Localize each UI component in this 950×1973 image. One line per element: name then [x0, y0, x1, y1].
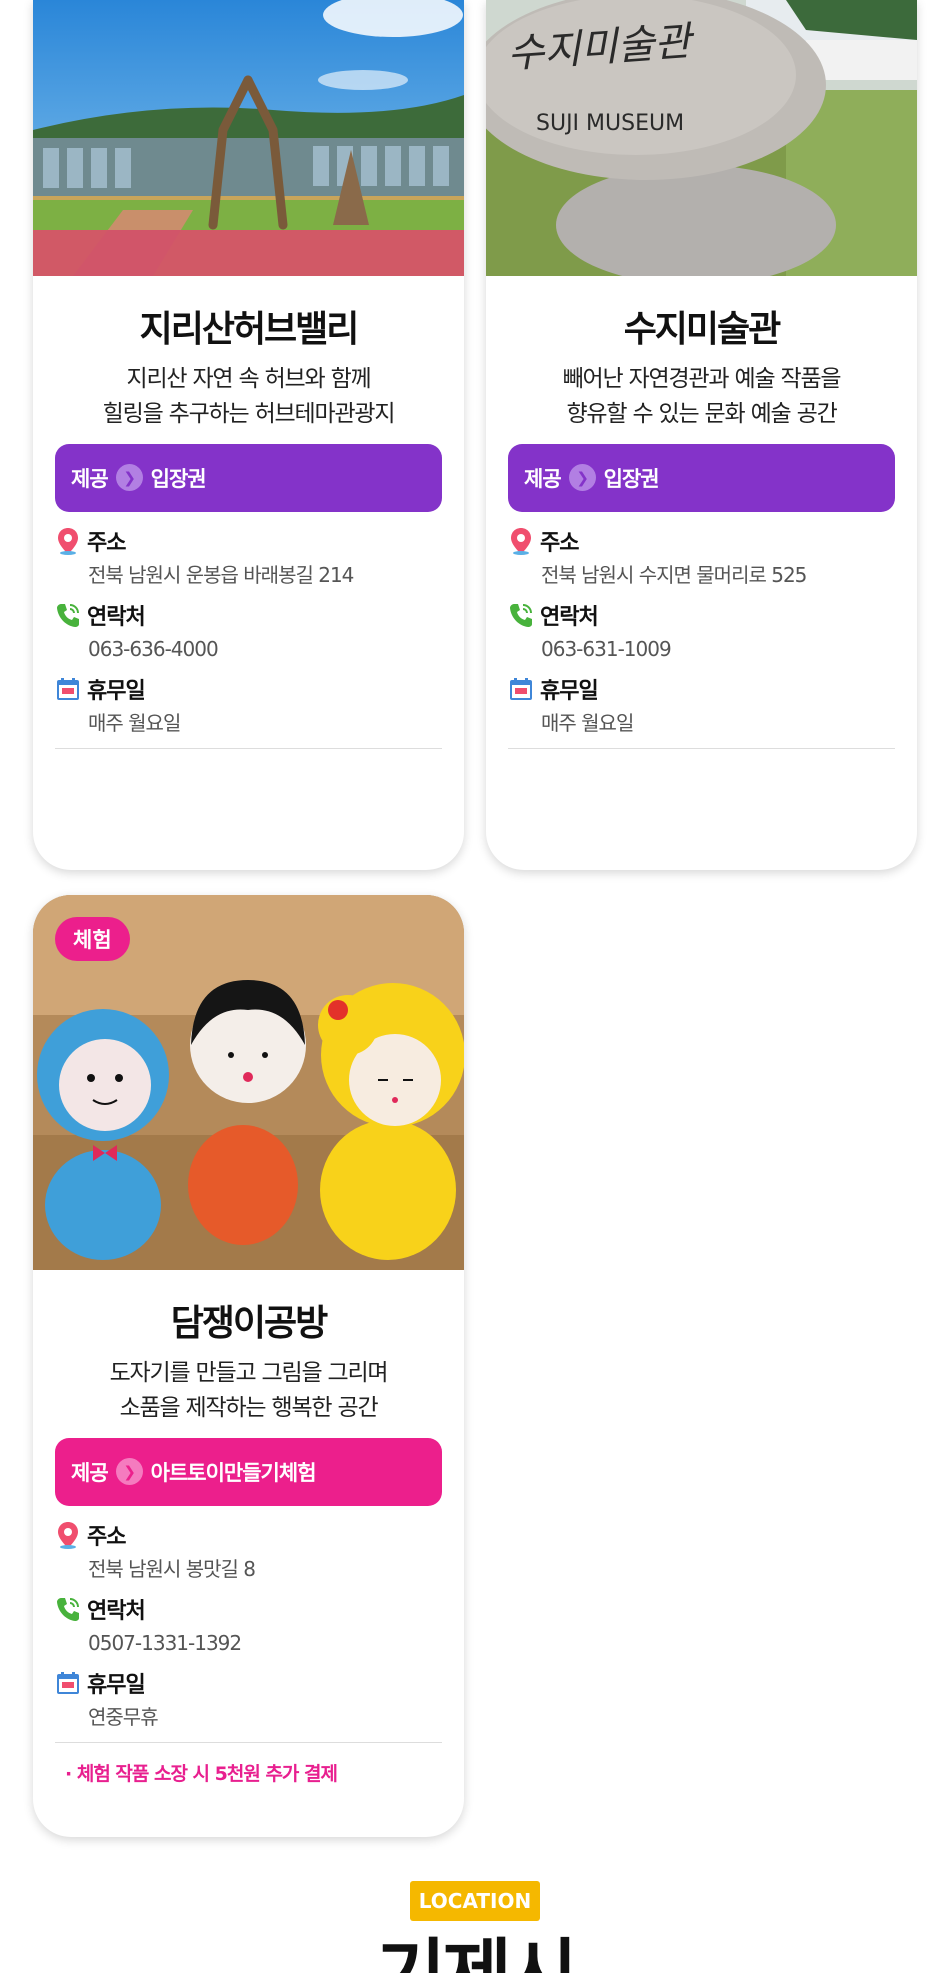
- venue-photo-herb-valley: [33, 0, 464, 276]
- info-value-phone[interactable]: 063-636-4000: [88, 634, 442, 664]
- chevron-right-icon: ❯: [115, 1458, 143, 1486]
- offer-label: 입장권: [150, 466, 207, 491]
- phone-icon: [55, 600, 81, 630]
- venue-title: 담쟁이공방: [170, 1303, 329, 1344]
- offer-prefix: 제공: [71, 466, 109, 491]
- info-label: 연락처: [87, 1598, 146, 1624]
- venue-title: 지리산허브밸리: [139, 309, 360, 350]
- phone-icon: [55, 1594, 81, 1624]
- info-label: 휴무일: [87, 1672, 146, 1698]
- offer-label: 입장권: [603, 466, 660, 491]
- info-address: 주소 전북 남원시 수지면 물머리로 525: [508, 526, 895, 590]
- chevron-right-icon: ❯: [568, 464, 596, 492]
- category-badge: 체험: [55, 917, 130, 961]
- venue-description: 빼어난 자연경관과 예술 작품을 향유할 수 있는 문화 예술 공간: [508, 362, 895, 432]
- phone-icon: [508, 600, 534, 630]
- info-closed: 휴무일 매주 월요일: [508, 674, 895, 738]
- divider: [508, 747, 895, 749]
- venue-card-damjaengi-studio[interactable]: 체험 담쟁이공방 도자기를 만들고 그림을 그리며 소품을 제작하는 행복한 공…: [33, 895, 464, 1837]
- venue-description-line: 향유할 수 있는 문화 예술 공간: [566, 400, 837, 427]
- venue-description-line: 힐링을 추구하는 허브테마관광지: [102, 400, 396, 427]
- info-phone: 연락처 063-631-1009: [508, 600, 895, 664]
- info-label: 주소: [540, 530, 579, 556]
- calendar-icon: [55, 1668, 81, 1698]
- info-label: 휴무일: [87, 678, 146, 704]
- info-label: 주소: [87, 530, 126, 556]
- divider: [55, 747, 442, 749]
- map-pin-icon: [508, 526, 534, 556]
- calendar-icon: [55, 674, 81, 704]
- divider: [55, 1741, 442, 1743]
- info-value-phone[interactable]: 0507-1331-1392: [88, 1628, 442, 1658]
- venue-description-line: 소품을 제작하는 행복한 공간: [119, 1394, 379, 1421]
- offer-prefix: 제공: [524, 466, 562, 491]
- offer-label: 아트토이만들기체험: [150, 1460, 317, 1485]
- venue-photo-suji-museum: 수지미술관 SUJI MUSEUM: [486, 0, 917, 276]
- info-value-closed: 연중무휴: [88, 1704, 159, 1729]
- info-label: 연락처: [540, 604, 599, 630]
- info-value-address: 전북 남원시 봉맛길 8: [88, 1556, 256, 1581]
- calendar-icon: [508, 674, 534, 704]
- location-badge: LOCATION: [410, 1881, 540, 1921]
- venue-info-list: 주소 전북 남원시 수지면 물머리로 525 연락처 063-631-1009: [508, 526, 895, 738]
- info-address: 주소 전북 남원시 봉맛길 8: [55, 1520, 442, 1584]
- note-text: · 체험 작품 소장 시 5천원 추가 결제: [65, 1762, 338, 1785]
- info-label: 주소: [87, 1524, 126, 1550]
- info-address: 주소 전북 남원시 운봉읍 바래봉길 214: [55, 526, 442, 590]
- venue-description: 지리산 자연 속 허브와 함께 힐링을 추구하는 허브테마관광지: [55, 362, 442, 432]
- info-closed: 휴무일 연중무휴: [55, 1668, 442, 1732]
- map-pin-icon: [55, 1520, 81, 1550]
- info-label: 연락처: [87, 604, 146, 630]
- map-pin-icon: [55, 526, 81, 556]
- venue-description-line: 지리산 자연 속 허브와 함께: [126, 365, 371, 392]
- venue-title: 수지미술관: [623, 309, 782, 350]
- offer-bar[interactable]: 제공 ❯ 아트토이만들기체험: [55, 1437, 442, 1506]
- info-label: 휴무일: [540, 678, 599, 704]
- chevron-right-icon: ❯: [115, 464, 143, 492]
- venue-photo-damjaengi-studio: 체험: [33, 895, 464, 1270]
- venue-info-list: 주소 전북 남원시 봉맛길 8 연락처 0507-1331-1392 휴무일 연…: [55, 1520, 442, 1732]
- info-value-phone[interactable]: 063-631-1009: [541, 634, 895, 664]
- info-value-closed: 매주 월요일: [88, 710, 181, 735]
- info-phone: 연락처 0507-1331-1392: [55, 1594, 442, 1658]
- offer-bar[interactable]: 제공 ❯ 입장권: [55, 443, 442, 512]
- venue-description-line: 도자기를 만들고 그림을 그리며: [109, 1359, 389, 1386]
- info-value-closed: 매주 월요일: [541, 710, 634, 735]
- info-value-address: 전북 남원시 운봉읍 바래봉길 214: [88, 562, 354, 587]
- venue-info-list: 주소 전북 남원시 운봉읍 바래봉길 214 연락처 063-636-4000: [55, 526, 442, 738]
- venue-description: 도자기를 만들고 그림을 그리며 소품을 제작하는 행복한 공간: [55, 1356, 442, 1426]
- section-title: 기제시: [0, 1937, 950, 1973]
- offer-prefix: 제공: [71, 1460, 109, 1485]
- info-value-address: 전북 남원시 수지면 물머리로 525: [541, 562, 807, 587]
- info-phone: 연락처 063-636-4000: [55, 600, 442, 664]
- offer-bar[interactable]: 제공 ❯ 입장권: [508, 443, 895, 512]
- venue-card-suji-museum[interactable]: 수지미술관 SUJI MUSEUM 수지미술관 빼어난 자연경관과 예술 작품을…: [486, 0, 917, 870]
- venue-card-herb-valley[interactable]: 지리산허브밸리 지리산 자연 속 허브와 함께 힐링을 추구하는 허브테마관광지…: [33, 0, 464, 870]
- image-sign-text: SUJI MUSEUM: [536, 111, 684, 136]
- venue-description-line: 빼어난 자연경관과 예술 작품을: [562, 365, 842, 392]
- page: 지리산허브밸리 지리산 자연 속 허브와 함께 힐링을 추구하는 허브테마관광지…: [0, 0, 950, 1973]
- info-closed: 휴무일 매주 월요일: [55, 674, 442, 738]
